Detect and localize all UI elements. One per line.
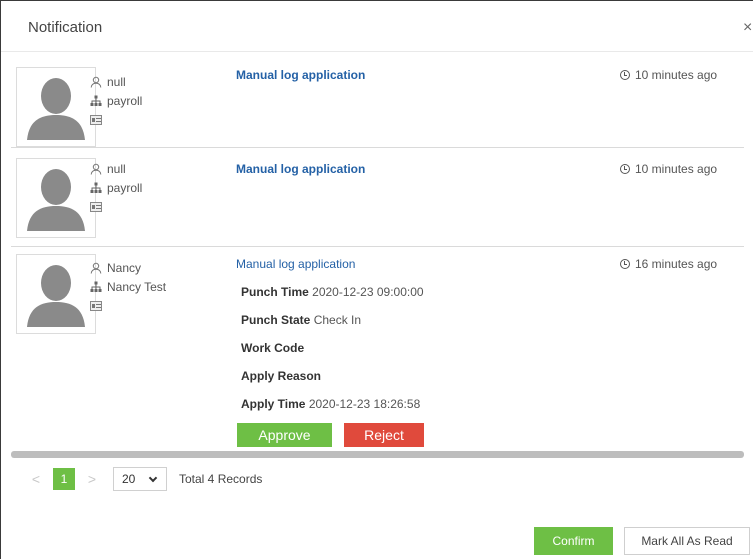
punch-time-row: Punch Time 2020-12-23 09:00:00 [241, 285, 424, 299]
page-size-select[interactable]: 20 [113, 467, 167, 491]
notification-time: 16 minutes ago [620, 257, 717, 271]
apply-time-label: Apply Time [241, 397, 306, 411]
close-icon[interactable]: × [743, 19, 752, 37]
chevron-down-icon [148, 473, 158, 483]
notification-list: null payroll Manual log application 10 m… [11, 61, 744, 451]
page-size-value: 20 [122, 472, 136, 486]
department-name: payroll [107, 181, 143, 195]
punch-state-label: Punch State [241, 313, 311, 327]
avatar [16, 67, 96, 147]
punch-time-value: 2020-12-23 09:00:00 [312, 285, 424, 299]
clock-icon [620, 259, 630, 269]
punch-time-label: Punch Time [241, 285, 309, 299]
mark-all-read-button[interactable]: Mark All As Read [624, 527, 750, 555]
dialog-title: Notification [28, 19, 103, 36]
apply-reason-label: Apply Reason [241, 369, 322, 383]
prev-page-icon[interactable]: < [25, 468, 47, 490]
department-name: payroll [107, 94, 143, 108]
department-name: Nancy Test [107, 280, 167, 294]
notification-subject-link[interactable]: Manual log application [236, 162, 365, 176]
id-card-icon [89, 113, 103, 127]
confirm-button[interactable]: Confirm [534, 527, 613, 555]
user-icon [89, 162, 103, 176]
clock-icon [620, 164, 630, 174]
next-page-icon[interactable]: > [81, 468, 103, 490]
work-code-label: Work Code [241, 341, 305, 355]
horizontal-scrollbar[interactable] [11, 451, 744, 458]
clock-icon [620, 70, 630, 80]
avatar-silhouette-icon [27, 78, 85, 140]
id-card-icon [89, 200, 103, 214]
user-icon [89, 261, 103, 275]
punch-state-value: Check In [313, 313, 362, 327]
total-records: Total 4 Records [179, 472, 263, 486]
department-icon [89, 94, 103, 108]
user-icon [89, 75, 103, 89]
time-text: 10 minutes ago [635, 162, 718, 176]
avatar [16, 158, 96, 238]
user-name: null [107, 162, 126, 176]
apply-reason-row: Apply Reason [241, 369, 321, 383]
notification-meta: Nancy Nancy Test [89, 259, 229, 316]
notification-item: null payroll Manual log application 10 m… [11, 148, 744, 247]
avatar-silhouette-icon [27, 169, 85, 231]
user-name: null [107, 75, 126, 89]
reject-button[interactable]: Reject [344, 423, 424, 447]
notification-time: 10 minutes ago [620, 162, 717, 176]
notification-meta: null payroll [89, 160, 229, 217]
punch-state-row: Punch State Check In [241, 313, 361, 327]
notification-item: Nancy Nancy Test Manual log application … [11, 247, 744, 451]
pagination: < 1 > 20 Total 4 Records [25, 466, 262, 492]
apply-time-value: 2020-12-23 18:26:58 [308, 397, 421, 411]
apply-time-row: Apply Time 2020-12-23 18:26:58 [241, 397, 420, 411]
id-card-icon [89, 299, 103, 313]
time-text: 16 minutes ago [635, 257, 718, 271]
page-number-button[interactable]: 1 [53, 468, 75, 490]
department-icon [89, 280, 103, 294]
department-icon [89, 181, 103, 195]
time-text: 10 minutes ago [635, 68, 718, 82]
dialog-header: Notification × [1, 1, 753, 52]
approve-button[interactable]: Approve [237, 423, 332, 447]
notification-subject-link[interactable]: Manual log application [236, 68, 365, 82]
notification-time: 10 minutes ago [620, 68, 717, 82]
notification-subject-link[interactable]: Manual log application [236, 257, 355, 271]
notification-item: null payroll Manual log application 10 m… [11, 61, 744, 148]
notification-meta: null payroll [89, 73, 229, 130]
avatar-silhouette-icon [27, 265, 85, 327]
avatar [16, 254, 96, 334]
notification-dialog: Notification × null payroll Manual log a… [0, 0, 753, 559]
user-name: Nancy [107, 261, 142, 275]
work-code-row: Work Code [241, 341, 304, 355]
